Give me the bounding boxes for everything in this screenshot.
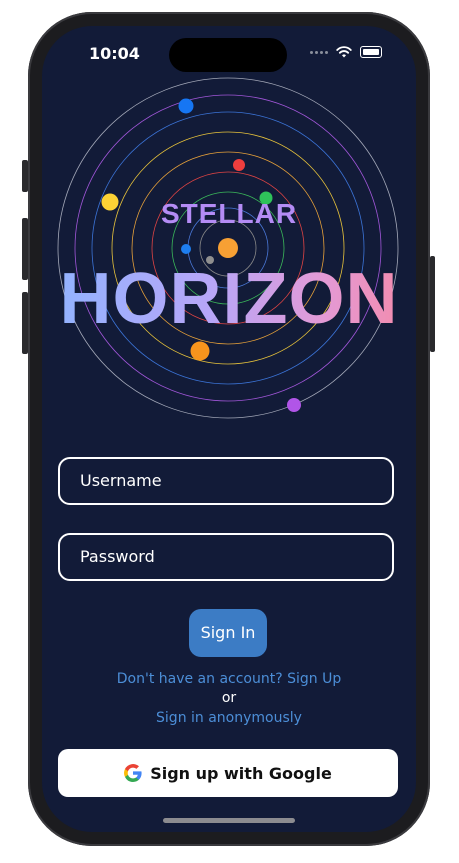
app-screen: 10:04 STELLAR HORIZON Username Sign In D… xyxy=(42,26,416,832)
sign-up-link[interactable]: Don't have an account? Sign Up xyxy=(42,671,416,687)
google-button-label: Sign up with Google xyxy=(150,763,332,783)
home-indicator xyxy=(163,818,295,823)
planet-purple xyxy=(287,398,301,412)
password-input[interactable] xyxy=(78,546,382,567)
password-field[interactable] xyxy=(58,533,394,581)
side-button-mute xyxy=(22,160,28,192)
logo-horizon: HORIZON xyxy=(42,258,416,340)
username-input[interactable] xyxy=(78,470,382,491)
username-field[interactable] xyxy=(58,457,394,505)
sign-in-button[interactable]: Sign In xyxy=(189,609,267,657)
sign-in-anonymously-link[interactable]: Sign in anonymously xyxy=(42,710,416,726)
side-button-power xyxy=(430,256,435,352)
planet-orange xyxy=(190,341,210,361)
logo-stellar: STELLAR xyxy=(160,198,298,229)
google-icon xyxy=(124,764,142,782)
solar-system-graphic xyxy=(57,77,399,419)
or-text: or xyxy=(221,690,237,706)
google-sign-up-button[interactable]: Sign up with Google xyxy=(58,749,398,797)
planet-blue xyxy=(178,98,194,114)
side-button-volume-down xyxy=(22,292,28,354)
side-button-volume-up xyxy=(22,218,28,280)
sun xyxy=(218,238,238,258)
planet-red xyxy=(233,159,245,171)
planet-small-blue xyxy=(181,244,191,254)
